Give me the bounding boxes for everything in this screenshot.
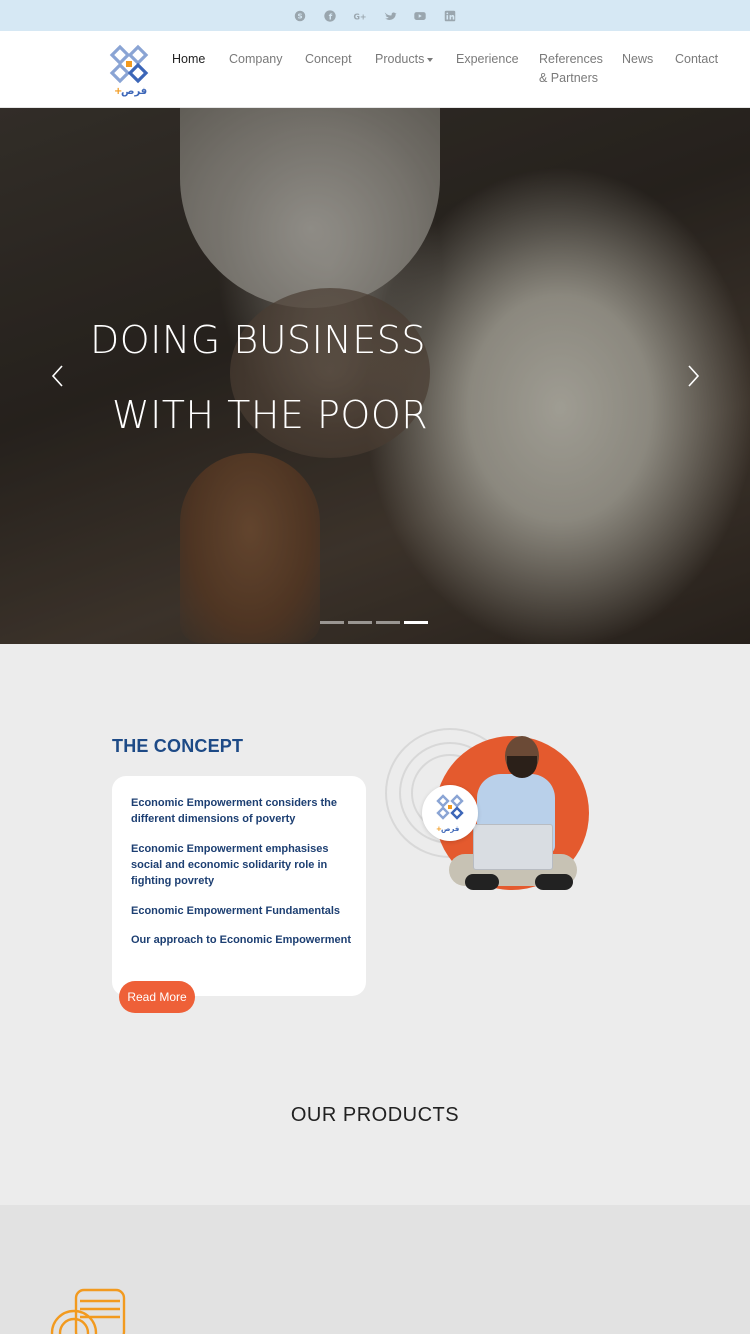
- concept-link-fundamentals[interactable]: Economic Empowerment Fundamentals: [131, 903, 353, 919]
- nav-products-label: Products: [375, 52, 425, 66]
- svg-text:G+: G+: [353, 12, 366, 21]
- concept-section: THE CONCEPT Economic Empowerment conside…: [0, 644, 750, 1205]
- laptop-icon: [473, 824, 553, 870]
- coins-icon: [48, 1287, 128, 1334]
- concept-card: Economic Empowerment considers the diffe…: [112, 776, 366, 996]
- carousel-next-arrow-icon[interactable]: [684, 363, 704, 389]
- twitter-icon[interactable]: [382, 8, 398, 24]
- products-title: OUR PRODUCTS: [290, 1104, 460, 1126]
- svg-text:f: f: [329, 12, 333, 21]
- social-topbar: S f G+: [0, 0, 750, 31]
- facebook-icon[interactable]: f: [322, 8, 338, 24]
- brand-logo[interactable]: + فرص: [108, 43, 150, 97]
- logo-badge: + فرص: [422, 785, 478, 841]
- main-navbar: + فرص Home Company Concept Products Expe…: [0, 31, 750, 108]
- youtube-icon[interactable]: [412, 8, 428, 24]
- carousel-indicators: [320, 621, 428, 624]
- read-more-button[interactable]: Read More: [119, 981, 195, 1013]
- concept-link-dimensions[interactable]: Economic Empowerment considers the diffe…: [131, 795, 353, 827]
- carousel-indicator-1[interactable]: [320, 621, 344, 624]
- carousel-indicator-2[interactable]: [348, 621, 372, 624]
- concept-title: THE CONCEPT: [112, 736, 244, 756]
- person-shoe-left: [465, 874, 499, 890]
- hero-title-line2: WITH THE POOR: [112, 393, 429, 437]
- svg-text:فرص: فرص: [441, 825, 460, 833]
- nav-experience[interactable]: Experience: [456, 50, 519, 69]
- carousel-indicator-4[interactable]: [404, 621, 428, 624]
- skype-icon[interactable]: S: [292, 8, 308, 24]
- caret-down-icon: [427, 57, 434, 62]
- svg-text:S: S: [297, 12, 302, 20]
- carousel-prev-arrow-icon[interactable]: [47, 363, 67, 389]
- concept-link-approach[interactable]: Our approach to Economic Empowerment: [131, 932, 353, 948]
- linkedin-icon[interactable]: [442, 8, 458, 24]
- google-plus-icon[interactable]: G+: [352, 8, 368, 24]
- concept-link-solidarity[interactable]: Economic Empowerment emphasises social a…: [131, 841, 353, 889]
- nav-references-partners[interactable]: References & Partners: [539, 50, 603, 88]
- nav-news[interactable]: News: [622, 50, 653, 69]
- nav-home[interactable]: Home: [172, 50, 205, 69]
- nav-company[interactable]: Company: [229, 50, 283, 69]
- carousel-indicator-3[interactable]: [376, 621, 400, 624]
- person-shoe-right: [535, 874, 573, 890]
- nav-contact[interactable]: Contact: [675, 50, 718, 69]
- hero-overlay: [0, 108, 750, 644]
- concept-illustration: + فرص: [385, 728, 595, 912]
- nav-references-line2: & Partners: [539, 71, 599, 85]
- nav-concept[interactable]: Concept: [305, 50, 352, 69]
- hero-title-line1: DOING BUSINESS: [90, 318, 427, 362]
- products-area: [0, 1205, 750, 1334]
- hero-carousel: DOING BUSINESS WITH THE POOR: [0, 108, 750, 644]
- nav-references-line1: References: [539, 52, 603, 66]
- nav-products-dropdown[interactable]: Products: [375, 50, 434, 69]
- svg-text:فرص: فرص: [121, 86, 147, 97]
